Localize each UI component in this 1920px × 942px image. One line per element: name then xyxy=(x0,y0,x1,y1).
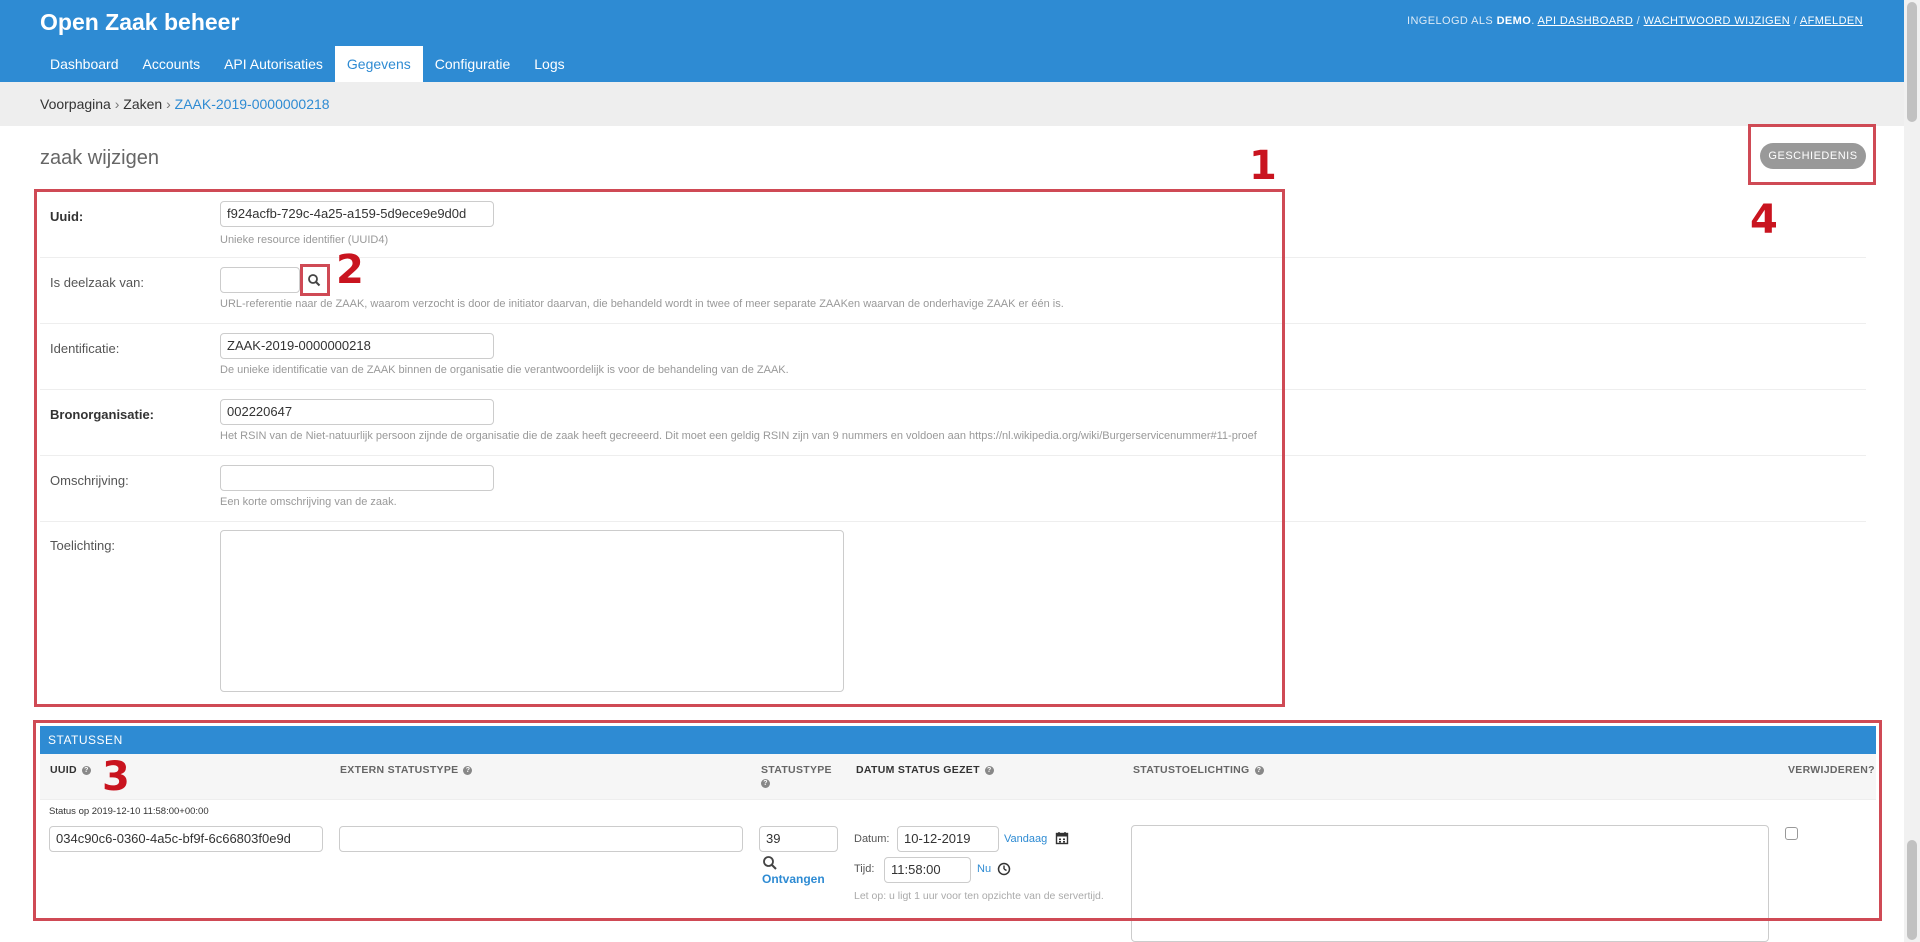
breadcrumb-separator: › xyxy=(114,96,120,112)
site-brand[interactable]: Open Zaak beheer xyxy=(40,8,239,36)
breadcrumb-separator: › xyxy=(166,96,171,112)
separator: / xyxy=(1636,15,1641,27)
annotation-number-1: 1 xyxy=(1249,143,1277,189)
annotation-box-2 xyxy=(300,264,330,296)
breadcrumb-current: ZAAK-2019-0000000218 xyxy=(174,96,330,112)
nav-dashboard[interactable]: Dashboard xyxy=(38,46,131,82)
breadcrumb: Voorpagina › Zaken › ZAAK-2019-000000021… xyxy=(0,82,1904,126)
nav-gegevens[interactable]: Gegevens xyxy=(334,46,423,82)
scrollbar-thumb-lower[interactable] xyxy=(1907,840,1917,940)
page-title: zaak wijzigen xyxy=(40,147,159,169)
annotation-number-4: 4 xyxy=(1750,197,1778,243)
username: demo xyxy=(1496,15,1532,27)
page-scrollbar[interactable] xyxy=(1904,0,1920,942)
logout-link[interactable]: Afmelden xyxy=(1800,15,1863,27)
annotation-number-3: 3 xyxy=(102,754,130,800)
annotation-box-4 xyxy=(1748,124,1876,185)
logged-in-label: Ingelogd als xyxy=(1407,15,1494,27)
separator: / xyxy=(1793,15,1798,27)
nav-api-autorisaties[interactable]: API Autorisaties xyxy=(212,46,335,82)
user-tools: Ingelogd als demo. API dashboard / Wacht… xyxy=(1407,15,1863,27)
annotation-number-2: 2 xyxy=(336,247,364,293)
api-dashboard-link[interactable]: API dashboard xyxy=(1538,15,1634,27)
scrollbar-thumb[interactable] xyxy=(1907,2,1917,122)
annotation-box-3 xyxy=(33,720,1882,921)
nav-accounts[interactable]: Accounts xyxy=(131,46,213,82)
change-password-link[interactable]: Wachtwoord wijzigen xyxy=(1644,15,1791,27)
main-nav: Dashboard Accounts API Autorisaties Gege… xyxy=(38,46,577,82)
nav-logs[interactable]: Logs xyxy=(522,46,576,82)
header: Open Zaak beheer Ingelogd als demo. API … xyxy=(0,0,1904,82)
nav-configuratie[interactable]: Configuratie xyxy=(423,46,523,82)
breadcrumb-home[interactable]: Voorpagina xyxy=(40,96,111,112)
annotation-box-1 xyxy=(34,189,1285,707)
breadcrumb-zaken[interactable]: Zaken xyxy=(123,96,162,112)
